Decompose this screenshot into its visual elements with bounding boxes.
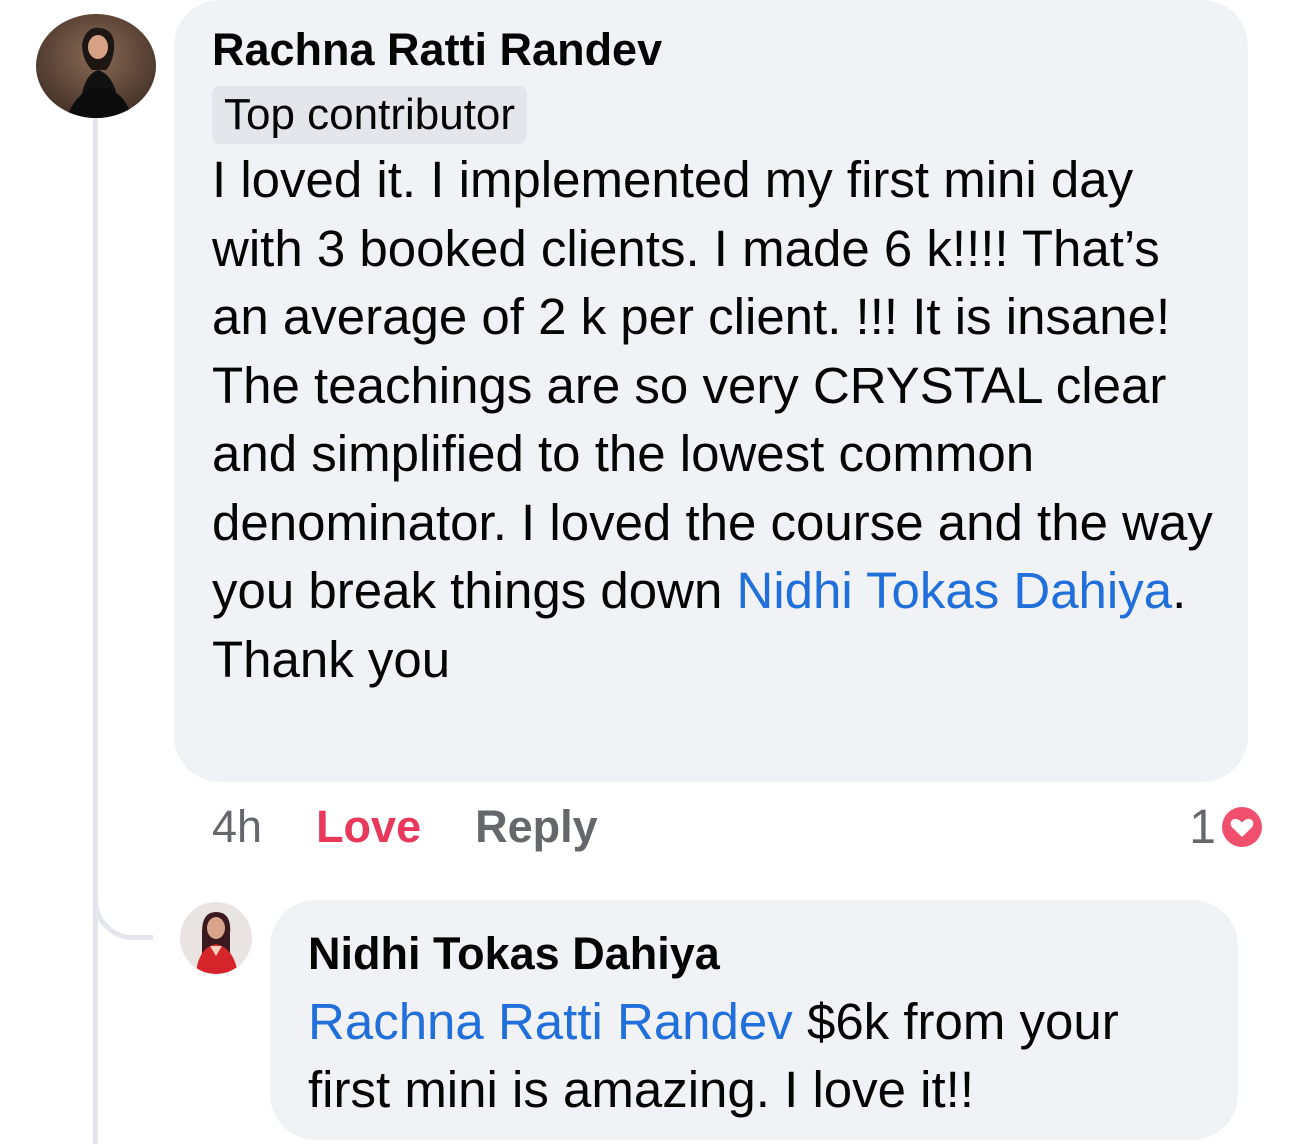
reaction-count: 1 [1189,800,1216,854]
thread-reply-connector [93,860,153,940]
comment-text-part1: I loved it. I implemented my first mini … [212,151,1213,619]
heart-icon [1218,803,1266,851]
love-button[interactable]: Love [316,801,421,853]
replier-avatar[interactable] [180,902,252,974]
comment-text: I loved it. I implemented my first mini … [212,146,1218,694]
comment-bubble: Rachna Ratti Randev Top contributor I lo… [174,0,1248,782]
thread-connector-line [93,118,98,1144]
reaction-summary[interactable]: 1 [1189,796,1266,858]
reply-mention-link[interactable]: Rachna Ratti Randev [308,993,793,1050]
reply-bubble: Nidhi Tokas Dahiya Rachna Ratti Randev $… [270,900,1238,1140]
comment-thread: Rachna Ratti Randev Top contributor I lo… [0,0,1290,1144]
reply-author-name[interactable]: Nidhi Tokas Dahiya [308,926,1208,982]
comment-mention-link[interactable]: Nidhi Tokas Dahiya [737,562,1173,619]
comment-timestamp[interactable]: 4h [212,801,262,853]
reply-text: Rachna Ratti Randev $6k from your first … [308,988,1208,1124]
commenter-avatar[interactable] [36,14,156,118]
reply-button[interactable]: Reply [475,801,598,853]
comment-actions: 4h Love Reply [212,796,598,858]
top-contributor-badge[interactable]: Top contributor [212,86,528,144]
comment-author-name[interactable]: Rachna Ratti Randev [212,22,1218,78]
